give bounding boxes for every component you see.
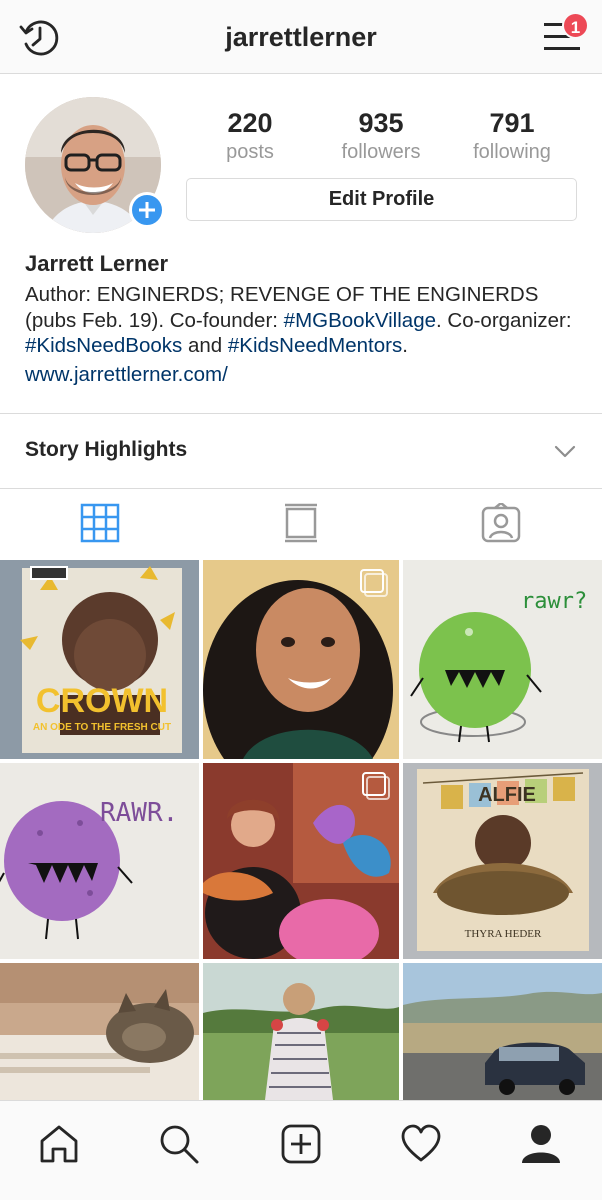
profile-username: jarrettlerner [225, 22, 377, 52]
bio-text: . Co-organizer: [436, 308, 572, 332]
search-icon[interactable] [158, 1123, 200, 1165]
notification-badge: 1 [562, 12, 589, 39]
post-thumbnail[interactable] [203, 560, 399, 759]
profile-name: Jarrett Lerner [25, 251, 169, 276]
post-thumbnail[interactable]: RAWR. [0, 763, 199, 959]
post-thumbnail[interactable]: rawr? [403, 560, 602, 759]
stat-number: 791 [489, 108, 535, 138]
post-thumbnail[interactable]: ALFIE THYRA HEDER [403, 763, 602, 959]
stat-label: following [473, 141, 551, 163]
story-highlights-label[interactable]: Story Highlights [25, 438, 187, 462]
alfie-title: ALFIE [478, 784, 536, 806]
chevron-down-icon[interactable] [554, 441, 576, 461]
profile-icon[interactable] [520, 1123, 562, 1165]
posts-grid: CROWN AN ODE TO THE FRESH CUT rawr? RAWR… [0, 560, 602, 1100]
bottom-nav [0, 1100, 602, 1200]
author-name: THYRA HEDER [465, 928, 542, 940]
stat-followers[interactable]: 935 followers [316, 107, 446, 165]
bio-text: and [182, 334, 228, 357]
grid-icon[interactable] [80, 503, 120, 543]
stat-label: posts [226, 141, 274, 163]
top-bar: jarrettlerner 1 [0, 0, 602, 74]
post-thumbnail[interactable] [203, 963, 399, 1100]
divider [0, 413, 602, 414]
home-icon[interactable] [38, 1123, 80, 1165]
plus-icon [139, 202, 155, 218]
post-thumbnail[interactable] [203, 763, 399, 959]
list-icon[interactable] [281, 503, 321, 543]
tagged-icon[interactable] [481, 503, 521, 543]
hashtag-link[interactable]: #KidsNeedBooks [25, 334, 182, 357]
post-thumbnail[interactable] [0, 963, 199, 1100]
stat-label: followers [341, 141, 421, 163]
hashtag-link[interactable]: #MGBookVillage [284, 309, 436, 332]
crown-title: CROWN [36, 682, 168, 720]
post-thumbnail[interactable] [403, 963, 602, 1100]
new-post-icon[interactable] [280, 1123, 322, 1165]
activity-heart-icon[interactable] [400, 1123, 442, 1165]
add-story-button[interactable] [129, 192, 165, 228]
post-thumbnail[interactable]: CROWN AN ODE TO THE FRESH CUT [0, 560, 199, 759]
stat-posts[interactable]: 220 posts [185, 107, 315, 165]
website-link[interactable]: www.jarrettlerner.com/ [25, 363, 228, 387]
stat-number: 220 [227, 108, 273, 138]
hashtag-link[interactable]: #KidsNeedMentors [228, 334, 402, 357]
profile-bio: Author: ENGINERDS; REVENGE OF THE ENGINE… [25, 282, 585, 359]
bio-text: . [402, 334, 408, 357]
stat-number: 935 [358, 108, 404, 138]
divider [0, 488, 602, 489]
rawr-text: RAWR. [100, 798, 178, 828]
rawr-text: rawr? [521, 589, 587, 614]
stat-following[interactable]: 791 following [447, 107, 577, 165]
crown-subtitle: AN ODE TO THE FRESH CUT [33, 722, 171, 733]
edit-profile-button[interactable]: Edit Profile [186, 178, 577, 221]
